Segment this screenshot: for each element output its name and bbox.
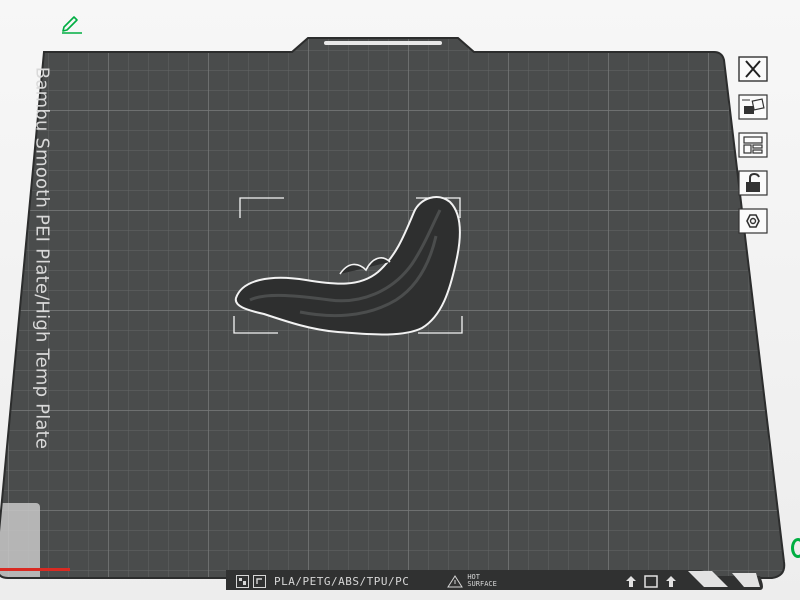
orient-icon	[738, 94, 768, 120]
hot-surface-warning: HOT SURFACE	[447, 574, 497, 588]
code-icon	[253, 574, 266, 588]
warning-line-2: SURFACE	[467, 580, 497, 588]
remove-plate-button[interactable]	[738, 56, 768, 84]
plate-type-label: Bambu Smooth PEI Plate/High Temp Plate	[31, 66, 53, 450]
plate-settings-button[interactable]	[738, 208, 768, 236]
plate-handle	[324, 41, 442, 45]
close-icon	[738, 56, 768, 82]
lock-plate-button[interactable]	[738, 170, 768, 198]
arrow-up-icon	[665, 575, 676, 587]
square-icon	[644, 574, 658, 588]
auto-orient-button[interactable]	[738, 94, 768, 122]
supported-materials: PLA/PETG/ABS/TPU/PC	[274, 574, 410, 588]
plate-info-strip: PLA/PETG/ABS/TPU/PC HOT SURFACE	[232, 572, 612, 590]
build-plate[interactable]	[0, 0, 800, 600]
unlock-icon	[738, 170, 768, 196]
navigation-gizmo[interactable]	[791, 538, 800, 558]
arrange-button[interactable]	[738, 132, 768, 160]
arrow-up-icon	[626, 575, 637, 587]
qr-icon	[236, 574, 249, 588]
warning-triangle-icon	[447, 574, 464, 587]
plate-toolbar	[738, 56, 768, 246]
excluded-region	[0, 503, 40, 578]
x-axis-indicator	[0, 568, 70, 571]
arrange-icon	[738, 132, 768, 158]
settings-hex-icon	[738, 208, 768, 234]
plate-orientation-strip	[622, 572, 680, 590]
3d-viewport[interactable]: Bambu Smooth PEI Plate/High Temp Plate P…	[0, 0, 800, 600]
